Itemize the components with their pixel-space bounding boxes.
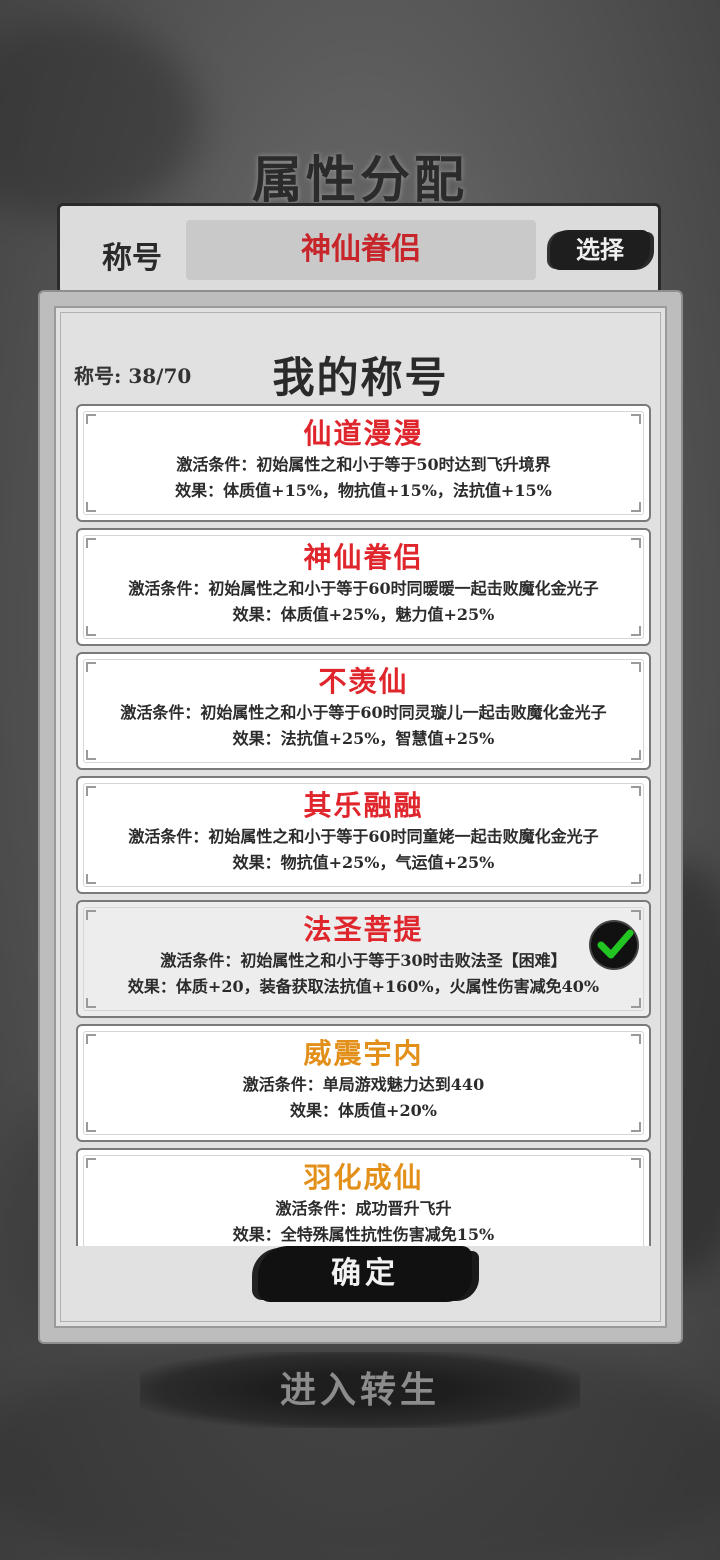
title-label: 称号 bbox=[102, 241, 162, 276]
title-card[interactable]: 羽化成仙 激活条件：成功晋升飞升 效果：全特殊属性抗性伤害减免15% bbox=[76, 1148, 651, 1246]
modal-panel: 称号: 38/70 我的称号 仙道漫漫 激活条件：初始属性之和小于等于50时达到… bbox=[54, 306, 667, 1328]
check-icon bbox=[591, 922, 637, 968]
title-condition: 激活条件：初始属性之和小于等于60时同暖暖一起击败魔化金光子 bbox=[128, 579, 599, 598]
title-card[interactable]: 威震宇内 激活条件：单局游戏魅力达到440 效果：体质值+20% bbox=[76, 1024, 651, 1142]
title-name: 不羡仙 bbox=[318, 665, 409, 698]
title-condition: 激活条件：初始属性之和小于等于60时同童姥一起击败魔化金光子 bbox=[128, 827, 599, 846]
page-title: 属性分配 bbox=[252, 150, 468, 209]
title-card[interactable]: 其乐融融 激活条件：初始属性之和小于等于60时同童姥一起击败魔化金光子 效果：物… bbox=[76, 776, 651, 894]
title-card[interactable]: 不羡仙 激活条件：初始属性之和小于等于60时同灵璇儿一起击败魔化金光子 效果：法… bbox=[76, 652, 651, 770]
enter-reincarnation-button[interactable]: 进入转生 bbox=[140, 1352, 580, 1428]
title-effect: 效果：体质值+15%，物抗值+15%，法抗值+15% bbox=[175, 481, 552, 500]
current-title: 神仙眷侣 bbox=[186, 220, 536, 280]
title-name: 其乐融融 bbox=[303, 789, 424, 822]
select-title-button[interactable]: 选择 bbox=[550, 230, 650, 270]
title-condition: 激活条件：初始属性之和小于等于30时击败法圣【困难】 bbox=[160, 951, 567, 970]
title-effect: 效果：全特殊属性抗性伤害减免15% bbox=[232, 1225, 495, 1244]
title-name: 神仙眷侣 bbox=[303, 541, 424, 574]
title-card[interactable]: 神仙眷侣 激活条件：初始属性之和小于等于60时同暖暖一起击败魔化金光子 效果：体… bbox=[76, 528, 651, 646]
title-selector-bar: 称号 神仙眷侣 选择 bbox=[57, 203, 661, 295]
titles-list[interactable]: 仙道漫漫 激活条件：初始属性之和小于等于50时达到飞升境界 效果：体质值+15%… bbox=[76, 404, 651, 1246]
title-name: 羽化成仙 bbox=[303, 1161, 424, 1194]
title-name: 威震宇内 bbox=[303, 1037, 424, 1070]
confirm-button[interactable]: 确定 bbox=[258, 1246, 472, 1302]
my-titles-modal: 称号: 38/70 我的称号 仙道漫漫 激活条件：初始属性之和小于等于50时达到… bbox=[38, 290, 683, 1344]
title-condition: 激活条件：初始属性之和小于等于50时达到飞升境界 bbox=[176, 455, 551, 474]
title-card[interactable]: 仙道漫漫 激活条件：初始属性之和小于等于50时达到飞升境界 效果：体质值+15%… bbox=[76, 404, 651, 522]
title-condition: 激活条件：成功晋升飞升 bbox=[275, 1199, 452, 1218]
title-effect: 效果：体质值+20% bbox=[290, 1101, 437, 1120]
title-effect: 效果：体质值+25%，魅力值+25% bbox=[232, 605, 495, 624]
title-card-equipped[interactable]: 法圣菩提 激活条件：初始属性之和小于等于30时击败法圣【困难】 效果：体质+20… bbox=[76, 900, 651, 1018]
title-name: 仙道漫漫 bbox=[303, 417, 424, 450]
title-condition: 激活条件：初始属性之和小于等于60时同灵璇儿一起击败魔化金光子 bbox=[120, 703, 607, 722]
title-effect: 效果：物抗值+25%，气运值+25% bbox=[232, 853, 495, 872]
modal-title: 我的称号 bbox=[272, 353, 449, 402]
title-effect: 效果：法抗值+25%，智慧值+25% bbox=[232, 729, 495, 748]
title-name: 法圣菩提 bbox=[303, 913, 424, 946]
title-effect: 效果：体质+20，装备获取法抗值+160%，火属性伤害减免40% bbox=[127, 977, 600, 996]
title-condition: 激活条件：单局游戏魅力达到440 bbox=[242, 1075, 485, 1094]
